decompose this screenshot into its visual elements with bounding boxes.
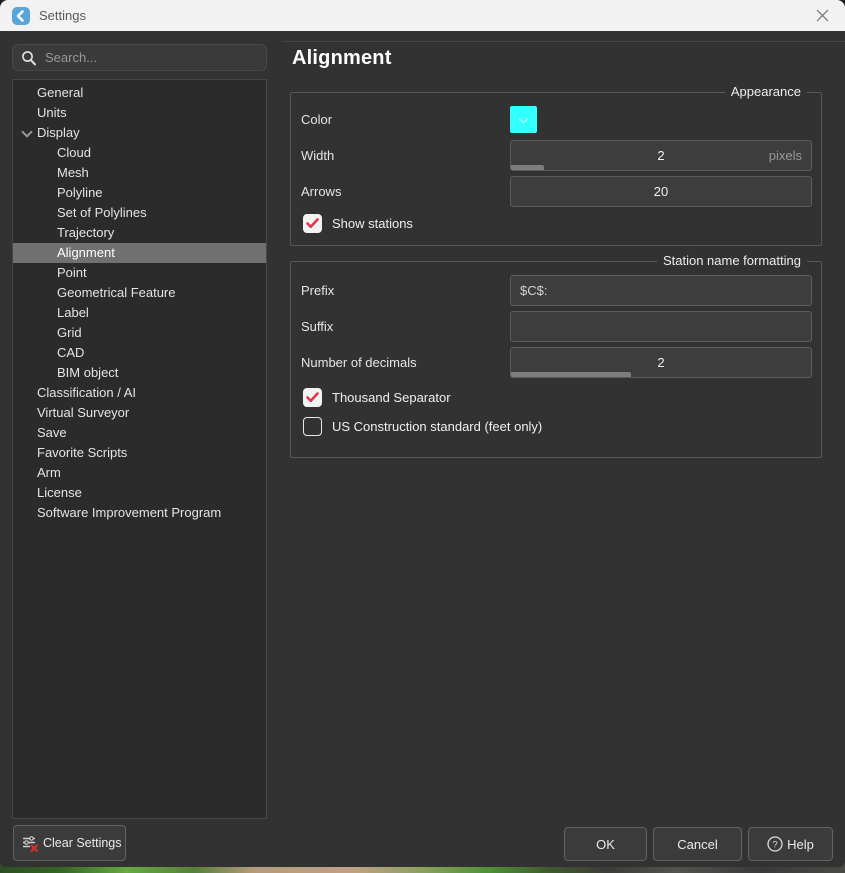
us-construction-label: US Construction standard (feet only) — [332, 419, 542, 434]
chevron-down-icon[interactable] — [22, 128, 30, 136]
sidebar-item-label: Mesh — [57, 163, 89, 183]
appearance-group-title: Appearance — [725, 84, 807, 99]
sidebar-item-point[interactable]: Point — [13, 263, 266, 283]
appearance-group: Appearance Color Width 2 pixels Arrows 2… — [290, 92, 822, 246]
sidebar-item-label: Display — [37, 123, 80, 143]
sidebar-item-units[interactable]: Units — [13, 103, 266, 123]
sidebar-item-label: Classification / AI — [37, 383, 136, 403]
sidebar-item-label: Geometrical Feature — [57, 283, 176, 303]
settings-tree: GeneralUnitsDisplayCloudMeshPolylineSet … — [12, 79, 267, 819]
clear-settings-label: Clear Settings — [43, 836, 122, 850]
sidebar-item-label: Polyline — [57, 183, 103, 203]
width-label: Width — [301, 148, 334, 163]
clear-settings-button[interactable]: Clear Settings — [13, 825, 126, 861]
sidebar-item-software-improvement-program[interactable]: Software Improvement Program — [13, 503, 266, 523]
close-button[interactable] — [799, 0, 845, 31]
sidebar-item-set-of-polylines[interactable]: Set of Polylines — [13, 203, 266, 223]
show-stations-label: Show stations — [332, 216, 413, 231]
arrows-label: Arrows — [301, 184, 341, 199]
sidebar-item-label: Virtual Surveyor — [37, 403, 129, 423]
sidebar-item-trajectory[interactable]: Trajectory — [13, 223, 266, 243]
chevron-down-icon — [519, 113, 529, 123]
sidebar-item-label: Alignment — [57, 243, 115, 263]
ok-label: OK — [596, 837, 615, 852]
sidebar-item-label: Software Improvement Program — [37, 503, 221, 523]
ok-button[interactable]: OK — [564, 827, 647, 861]
sidebar-item-cloud[interactable]: Cloud — [13, 143, 266, 163]
sidebar-item-label: License — [37, 483, 82, 503]
checkbox-icon — [303, 214, 322, 233]
sidebar-item-grid[interactable]: Grid — [13, 323, 266, 343]
search-icon — [21, 50, 37, 66]
sidebar-item-license[interactable]: License — [13, 483, 266, 503]
prefix-input[interactable] — [511, 276, 811, 305]
width-value: 2 — [511, 141, 811, 170]
search-input[interactable] — [45, 50, 258, 65]
thousand-separator-label: Thousand Separator — [332, 390, 451, 405]
checkbox-icon — [303, 388, 322, 407]
decimals-spinner[interactable]: 2 — [510, 347, 812, 378]
suffix-field — [510, 311, 812, 342]
decimals-label: Number of decimals — [301, 355, 417, 370]
sidebar-item-label: Label — [57, 303, 89, 323]
sidebar-item-label: CAD — [57, 343, 84, 363]
sidebar-item-label: Set of Polylines — [57, 203, 147, 223]
sidebar-item-label: Point — [57, 263, 87, 283]
search-box — [12, 44, 267, 71]
settings-page: Alignment Appearance Color Width 2 pixel… — [283, 41, 845, 812]
sidebar-item-label: Arm — [37, 463, 61, 483]
titlebar: Settings — [0, 0, 845, 31]
station-group-title: Station name formatting — [657, 253, 807, 268]
cancel-button[interactable]: Cancel — [653, 827, 742, 861]
sidebar-item-label: Save — [37, 423, 67, 443]
decimals-value: 2 — [511, 348, 811, 377]
sidebar-item-arm[interactable]: Arm — [13, 463, 266, 483]
station-formatting-group: Station name formatting Prefix Suffix Nu… — [290, 261, 822, 458]
prefix-label: Prefix — [301, 283, 334, 298]
help-icon: ? — [767, 836, 783, 852]
arrows-spinner[interactable]: 20 — [510, 176, 812, 207]
us-construction-checkbox[interactable]: US Construction standard (feet only) — [301, 416, 812, 436]
sidebar-item-bim-object[interactable]: BIM object — [13, 363, 266, 383]
suffix-label: Suffix — [301, 319, 333, 334]
width-unit: pixels — [769, 141, 802, 170]
sidebar-item-mesh[interactable]: Mesh — [13, 163, 266, 183]
cancel-label: Cancel — [677, 837, 717, 852]
suffix-input[interactable] — [511, 312, 811, 341]
sidebar-item-polyline[interactable]: Polyline — [13, 183, 266, 203]
sidebar-item-save[interactable]: Save — [13, 423, 266, 443]
color-label: Color — [301, 112, 332, 127]
sidebar-item-favorite-scripts[interactable]: Favorite Scripts — [13, 443, 266, 463]
sidebar-item-label: Grid — [57, 323, 82, 343]
sidebar-item-geometrical-feature[interactable]: Geometrical Feature — [13, 283, 266, 303]
sidebar-item-label[interactable]: Label — [13, 303, 266, 323]
prefix-field — [510, 275, 812, 306]
show-stations-checkbox[interactable]: Show stations — [301, 213, 812, 233]
help-button[interactable]: ? Help — [748, 827, 833, 861]
sidebar-item-label: General — [37, 83, 83, 103]
settings-window: Settings GeneralUnitsDisplayCloudMeshPol… — [0, 0, 845, 867]
color-swatch-button[interactable] — [510, 106, 537, 133]
sidebar-item-cad[interactable]: CAD — [13, 343, 266, 363]
width-spinner[interactable]: 2 pixels — [510, 140, 812, 171]
sidebar-item-label: BIM object — [57, 363, 118, 383]
page-title: Alignment — [292, 47, 845, 70]
checkbox-icon — [303, 417, 322, 436]
sidebar-item-classification-ai[interactable]: Classification / AI — [13, 383, 266, 403]
thousand-separator-checkbox[interactable]: Thousand Separator — [301, 387, 812, 407]
clear-settings-icon — [22, 835, 39, 852]
help-label: Help — [787, 837, 814, 852]
sidebar-item-label: Trajectory — [57, 223, 114, 243]
arrows-value: 20 — [511, 177, 811, 206]
app-back-icon — [12, 7, 30, 25]
sidebar-item-label: Favorite Scripts — [37, 443, 127, 463]
sidebar-item-alignment[interactable]: Alignment — [13, 243, 266, 263]
svg-text:?: ? — [772, 839, 777, 850]
sidebar-item-label: Units — [37, 103, 67, 123]
sidebar-item-display[interactable]: Display — [13, 123, 266, 143]
sidebar-item-virtual-surveyor[interactable]: Virtual Surveyor — [13, 403, 266, 423]
sidebar-item-general[interactable]: General — [13, 83, 266, 103]
sidebar-item-label: Cloud — [57, 143, 91, 163]
window-title: Settings — [39, 8, 86, 23]
